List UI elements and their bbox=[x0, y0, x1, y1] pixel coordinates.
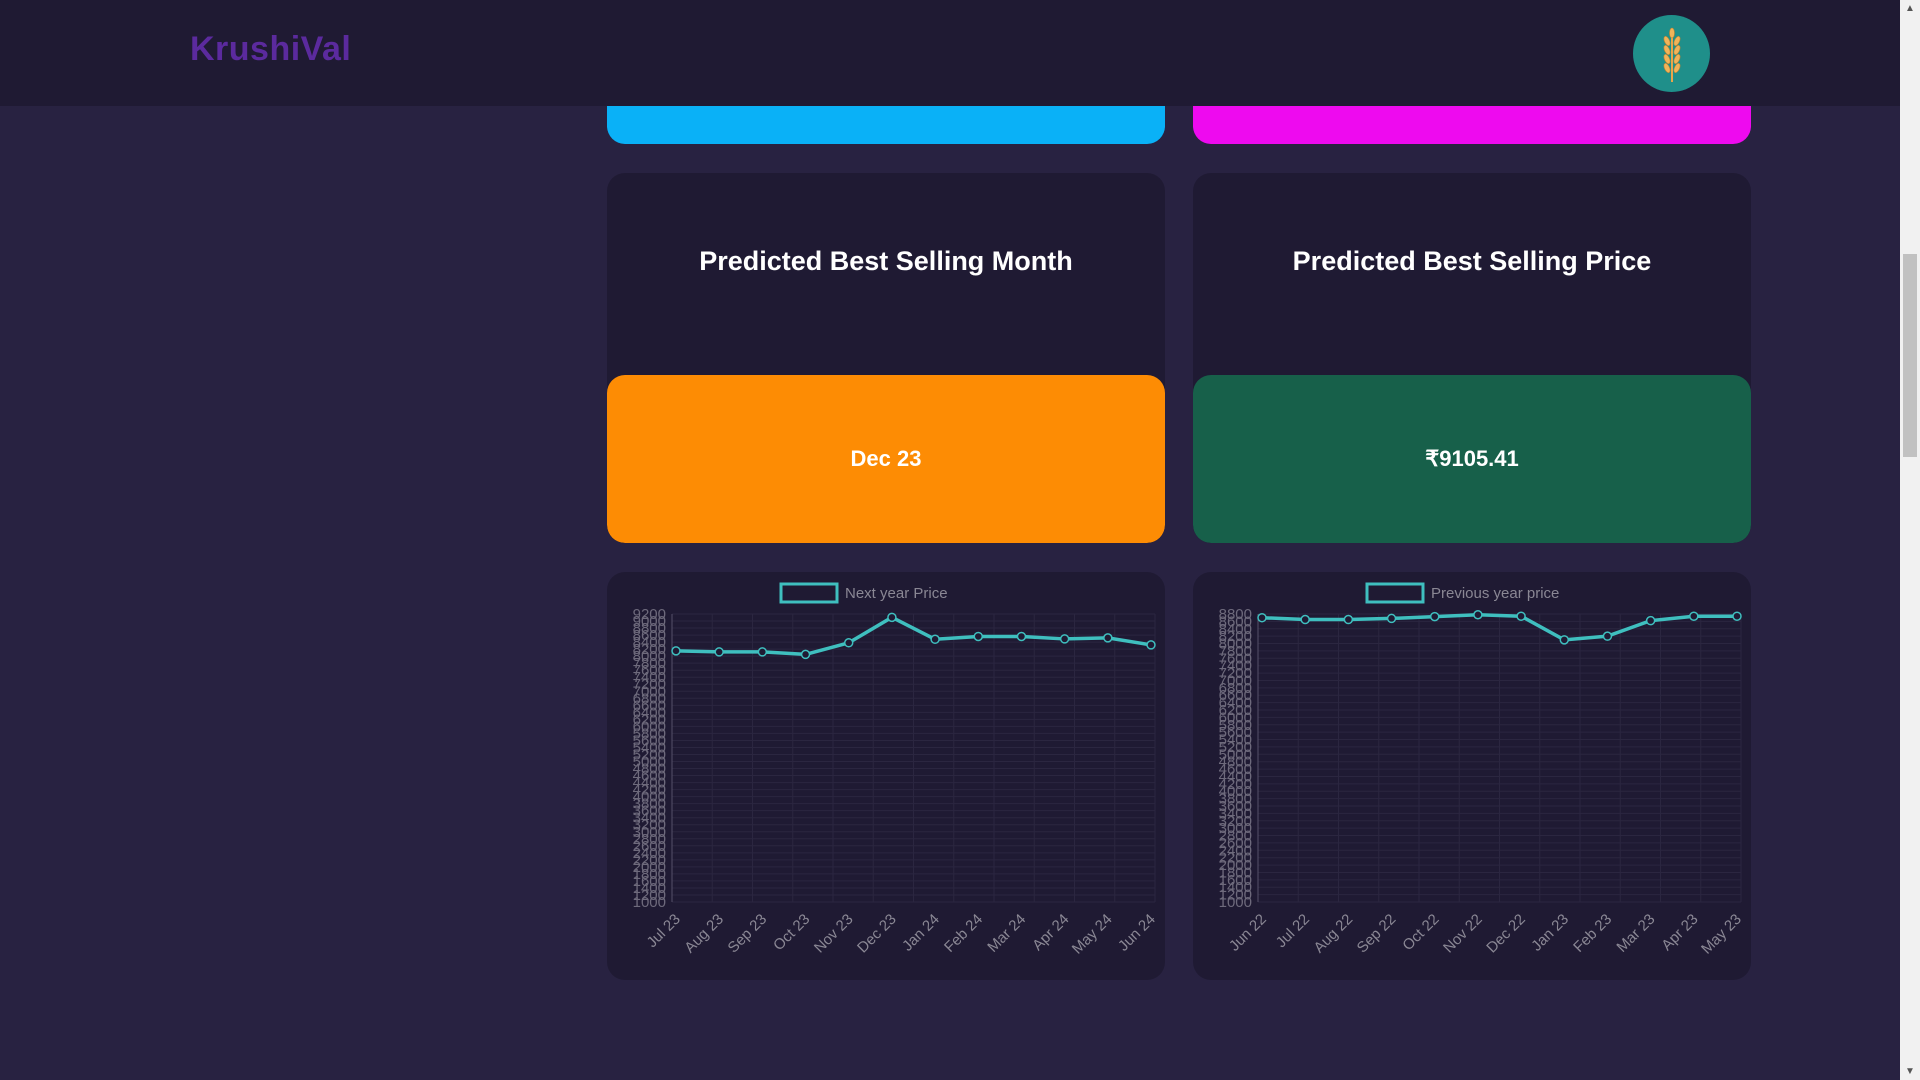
x-tick-label: Nov 23 bbox=[811, 911, 857, 957]
data-point bbox=[887, 612, 897, 623]
y-tick-label: 9200 bbox=[633, 606, 666, 623]
x-tick-label: Feb 24 bbox=[941, 911, 986, 956]
scroll-down-arrow-icon[interactable]: ▼ bbox=[1900, 1063, 1920, 1080]
x-tick-label: Dec 23 bbox=[854, 911, 900, 957]
x-tick-label: Jul 23 bbox=[644, 911, 684, 951]
data-point bbox=[1473, 609, 1483, 620]
best-month-value: Dec 23 bbox=[607, 375, 1165, 543]
x-tick-label: Jul 22 bbox=[1273, 911, 1313, 951]
legend-label: Previous year price bbox=[1431, 585, 1559, 602]
best-price-value: ₹9105.41 bbox=[1193, 375, 1751, 543]
x-tick-label: Sep 22 bbox=[1354, 911, 1400, 957]
previous-year-price-chart: Previous year price 1000 1200 1400 1600 1800 2… bbox=[1193, 572, 1751, 980]
data-point bbox=[1257, 612, 1267, 623]
best-month-heading: Predicted Best Selling Month bbox=[699, 246, 1073, 276]
data-point bbox=[1343, 614, 1354, 625]
x-tick-label: Mar 24 bbox=[984, 911, 1029, 956]
legend-swatch bbox=[1365, 582, 1425, 604]
x-tick-label: May 23 bbox=[1698, 911, 1745, 958]
scrollbar[interactable]: ▲ ▼ bbox=[1900, 0, 1920, 1080]
data-point bbox=[1516, 611, 1526, 621]
x-tick-label: Dec 22 bbox=[1483, 911, 1529, 957]
data-point bbox=[757, 647, 768, 657]
data-point bbox=[1559, 635, 1570, 645]
data-point bbox=[930, 634, 940, 645]
x-tick-label: Sep 23 bbox=[725, 911, 771, 957]
x-tick-label: Oct 23 bbox=[770, 911, 813, 954]
x-tick-label: Jan 24 bbox=[899, 911, 943, 955]
data-point bbox=[800, 649, 811, 660]
x-tick-label: Jan 23 bbox=[1528, 911, 1572, 955]
data-point bbox=[1386, 613, 1397, 624]
x-tick-label: Aug 23 bbox=[681, 911, 727, 957]
scrollbar-thumb[interactable] bbox=[1903, 254, 1917, 457]
data-point bbox=[1732, 611, 1742, 621]
x-tick-label: May 24 bbox=[1069, 911, 1116, 958]
best-price-card: Predicted Best Selling Price ₹9105.41 bbox=[1193, 173, 1751, 543]
data-point bbox=[973, 631, 984, 642]
data-point bbox=[1429, 611, 1440, 622]
data-point bbox=[1300, 614, 1310, 625]
data-point bbox=[1689, 611, 1699, 621]
legend-swatch bbox=[779, 582, 839, 604]
y-tick-label: 8800 bbox=[1219, 606, 1252, 623]
data-point bbox=[1016, 631, 1027, 642]
best-month-card: Predicted Best Selling Month Dec 23 bbox=[607, 173, 1165, 543]
x-tick-label: Nov 22 bbox=[1440, 911, 1486, 957]
brand-logo-text[interactable]: KrushiVal bbox=[190, 30, 351, 69]
data-point bbox=[671, 646, 681, 656]
x-tick-label: Feb 23 bbox=[1570, 911, 1615, 956]
best-price-heading: Predicted Best Selling Price bbox=[1292, 246, 1652, 276]
x-tick-label: Jun 22 bbox=[1226, 911, 1270, 955]
data-point bbox=[843, 638, 854, 648]
navbar: KrushiVal bbox=[0, 0, 1900, 106]
legend-label: Next year Price bbox=[845, 585, 948, 602]
x-tick-label: Apr 24 bbox=[1029, 911, 1072, 954]
data-point bbox=[714, 647, 724, 657]
data-point bbox=[1103, 633, 1113, 643]
next-year-price-chart: Next year Price 1000 1200 1400 1600 1800 2000 2… bbox=[607, 572, 1165, 980]
x-tick-label: Jun 24 bbox=[1115, 911, 1159, 955]
top-card-left-bottom bbox=[607, 106, 1165, 144]
data-point bbox=[1602, 631, 1613, 641]
data-point bbox=[1146, 640, 1156, 650]
x-tick-label: Oct 22 bbox=[1399, 911, 1442, 954]
data-point bbox=[1059, 634, 1070, 644]
x-tick-label: Aug 22 bbox=[1311, 911, 1357, 957]
top-card-right-bottom bbox=[1193, 106, 1751, 144]
x-tick-label: Apr 23 bbox=[1658, 911, 1701, 954]
wheat-icon[interactable] bbox=[1633, 15, 1710, 92]
data-point bbox=[1645, 615, 1656, 626]
x-tick-label: Mar 23 bbox=[1613, 911, 1658, 956]
scroll-up-arrow-icon[interactable]: ▲ bbox=[1900, 0, 1920, 17]
